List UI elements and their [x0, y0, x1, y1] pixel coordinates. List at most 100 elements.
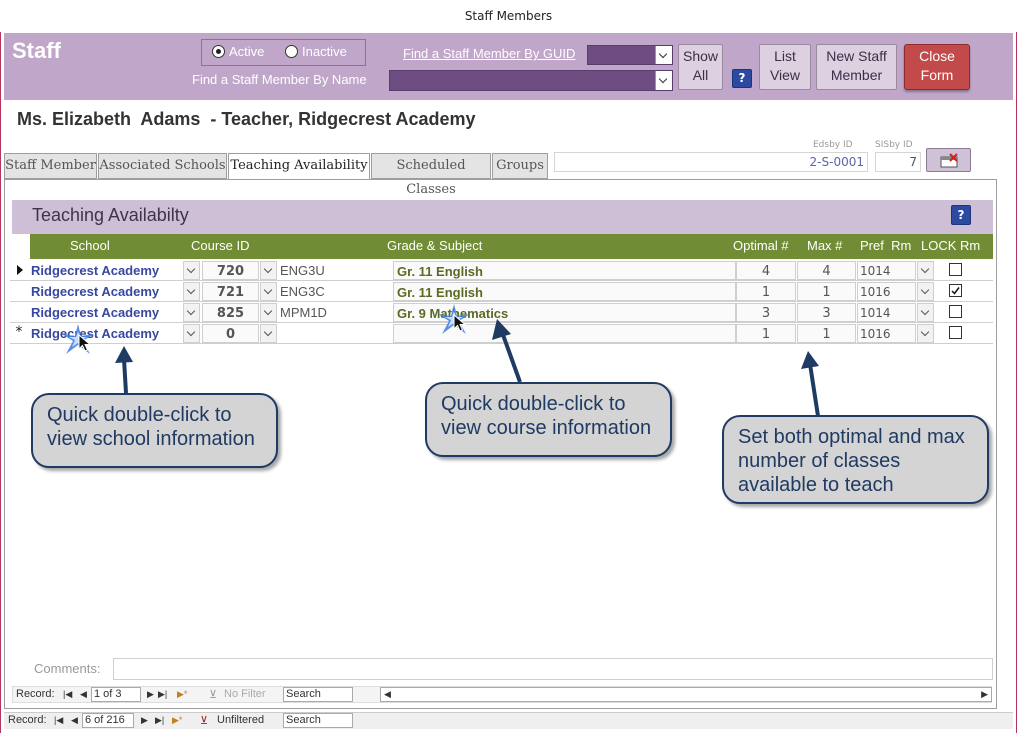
guid-combo[interactable] [587, 45, 673, 65]
column-header-school: School [70, 238, 110, 253]
table-row[interactable]: Ridgecrest Academy 720 ENG3U Gr. 11 Engl… [10, 260, 993, 281]
optimal-cell[interactable]: 3 [736, 303, 796, 322]
edsby-id-field[interactable]: 2-S-0001 [554, 152, 868, 172]
school-cell[interactable]: Ridgecrest Academy [31, 282, 191, 301]
tab-associated-schools[interactable]: Associated Schools [98, 153, 227, 179]
horizontal-scrollbar[interactable]: ◀ ▶ [380, 687, 992, 702]
lock-room-checkbox[interactable] [949, 305, 962, 318]
course-code-cell: MPM1D [280, 305, 327, 320]
table-row[interactable]: Ridgecrest Academy 721 ENG3C Gr. 11 Engl… [10, 281, 993, 302]
column-header-max: Max # [807, 238, 843, 253]
max-cell[interactable]: 4 [797, 261, 856, 280]
course-code-cell: ENG3U [280, 263, 325, 278]
max-cell[interactable]: 1 [797, 324, 856, 343]
callout-course-info: Quick double-click to view course inform… [425, 382, 672, 457]
pref-room-cell[interactable]: 1014 [857, 303, 916, 322]
school-dropdown[interactable] [183, 324, 200, 343]
tab-scheduled-classes[interactable]: Scheduled Classes [371, 153, 491, 197]
course-id-dropdown[interactable] [260, 261, 277, 280]
lock-room-checkbox[interactable] [949, 326, 962, 339]
school-cell[interactable]: Ridgecrest Academy [31, 303, 191, 322]
scroll-left-icon[interactable]: ◀ [384, 689, 391, 700]
course-id-dropdown[interactable] [260, 282, 277, 301]
subform-record-position[interactable]: 1 of 3 [91, 687, 141, 702]
main-filter-status[interactable]: Unfiltered [217, 714, 264, 726]
radio-inactive[interactable] [285, 45, 298, 58]
new-record-icon[interactable]: ▶* [172, 715, 182, 726]
subject-cell[interactable]: Gr. 11 English [393, 261, 736, 280]
section-help-button[interactable]: ? [951, 205, 971, 225]
course-id-cell[interactable]: 0 [202, 324, 259, 343]
new-record-selector[interactable]: * [10, 323, 28, 344]
optimal-cell[interactable]: 1 [736, 324, 796, 343]
find-by-guid-link[interactable]: Find a Staff Member By GUID [403, 46, 575, 61]
column-header-course-id: Course ID [191, 238, 250, 253]
callout-school-info: Quick double-click to view school inform… [31, 393, 278, 468]
subform-filter-status[interactable]: No Filter [224, 688, 266, 700]
name-combo[interactable] [389, 70, 673, 91]
pref-room-dropdown[interactable] [917, 324, 934, 343]
chevron-down-icon[interactable] [655, 46, 672, 64]
comments-field[interactable] [113, 658, 993, 680]
tab-staff-member[interactable]: Staff Member [4, 153, 97, 179]
tab-groups[interactable]: Groups [492, 153, 548, 179]
first-record-icon[interactable]: |◀ [54, 715, 63, 726]
calendar-clear-button[interactable] [926, 148, 971, 172]
pref-room-cell[interactable]: 1014 [857, 261, 916, 280]
course-id-dropdown[interactable] [260, 324, 277, 343]
pref-room-dropdown[interactable] [917, 303, 934, 322]
course-id-cell[interactable]: 825 [202, 303, 259, 322]
pref-room-dropdown[interactable] [917, 282, 934, 301]
help-button[interactable]: ? [732, 69, 752, 88]
lock-room-checkbox[interactable] [949, 284, 962, 297]
school-dropdown[interactable] [183, 303, 200, 322]
callout-arrow-optimal [801, 351, 820, 417]
optimal-cell[interactable]: 1 [736, 282, 796, 301]
school-cell[interactable]: Ridgecrest Academy [31, 324, 191, 343]
new-record-icon[interactable]: ▶* [177, 689, 187, 700]
record-selector[interactable] [10, 302, 28, 323]
course-id-cell[interactable]: 720 [202, 261, 259, 280]
subform-search-field[interactable]: Search [283, 687, 353, 702]
last-record-icon[interactable]: ▶| [155, 715, 164, 726]
pref-room-dropdown[interactable] [917, 261, 934, 280]
next-record-icon[interactable]: ▶ [141, 715, 148, 726]
max-cell[interactable]: 1 [797, 282, 856, 301]
previous-record-icon[interactable]: ◀ [71, 715, 78, 726]
list-view-button[interactable]: List View [759, 44, 811, 90]
radio-active[interactable] [212, 45, 225, 58]
course-id-cell[interactable]: 721 [202, 282, 259, 301]
comments-label: Comments: [34, 661, 101, 676]
lock-room-checkbox[interactable] [949, 263, 962, 276]
radio-inactive-label: Inactive [302, 44, 347, 59]
tab-teaching-availability[interactable]: Teaching Availability [228, 153, 370, 180]
scroll-right-icon[interactable]: ▶ [981, 689, 988, 700]
chevron-down-icon[interactable] [655, 71, 672, 90]
school-dropdown[interactable] [183, 261, 200, 280]
main-search-field[interactable]: Search [283, 713, 353, 728]
close-form-button[interactable]: Close Form [904, 44, 970, 90]
school-cell[interactable]: Ridgecrest Academy [31, 261, 191, 280]
course-id-dropdown[interactable] [260, 303, 277, 322]
subject-cell[interactable]: Gr. 11 English [393, 282, 736, 301]
last-record-icon[interactable]: ▶| [158, 689, 167, 700]
checkmark-icon [951, 287, 960, 295]
max-cell[interactable]: 3 [797, 303, 856, 322]
pref-room-cell[interactable]: 1016 [857, 324, 916, 343]
funnel-icon: ⊻ [209, 689, 218, 701]
record-heading: Ms. Elizabeth Adams - Teacher, Ridgecres… [17, 109, 476, 129]
pref-room-cell[interactable]: 1016 [857, 282, 916, 301]
new-staff-member-button[interactable]: New Staff Member [816, 44, 897, 90]
record-selector[interactable] [10, 281, 28, 302]
sisby-id-label: SISby ID [875, 140, 913, 150]
sisby-id-field[interactable]: 7 [875, 152, 921, 172]
main-navigation-bar: Record: |◀ ◀ 6 of 216 ▶ ▶| ▶* ⊻ Unfilter… [4, 712, 1013, 729]
next-record-icon[interactable]: ▶ [147, 689, 154, 700]
show-all-button[interactable]: Show All [678, 44, 723, 90]
school-dropdown[interactable] [183, 282, 200, 301]
previous-record-icon[interactable]: ◀ [80, 689, 87, 700]
first-record-icon[interactable]: |◀ [63, 689, 72, 700]
record-selector-current[interactable] [10, 260, 28, 281]
optimal-cell[interactable]: 4 [736, 261, 796, 280]
main-record-position[interactable]: 6 of 216 [82, 713, 134, 728]
